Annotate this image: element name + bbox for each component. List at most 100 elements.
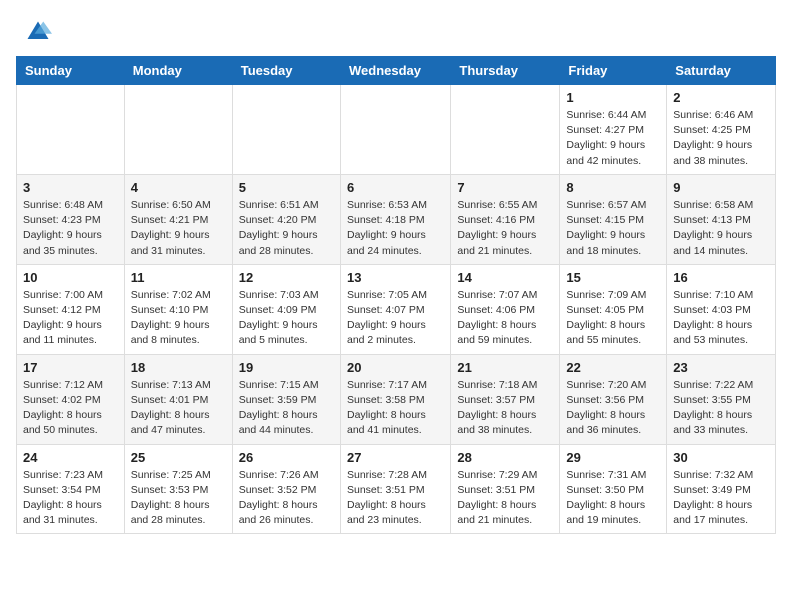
day-info: Sunrise: 6:46 AM Sunset: 4:25 PM Dayligh… xyxy=(673,108,769,169)
day-number: 1 xyxy=(566,90,660,105)
day-number: 8 xyxy=(566,180,660,195)
calendar-cell: 20Sunrise: 7:17 AM Sunset: 3:58 PM Dayli… xyxy=(340,354,450,444)
calendar-cell: 1Sunrise: 6:44 AM Sunset: 4:27 PM Daylig… xyxy=(560,85,667,175)
week-row-3: 10 Sunrise: 7:00 AM Sunset: 4:12 PM Dayli… xyxy=(17,264,776,354)
day-info: Sunrise: 6:55 AM Sunset: 4:16 PM Dayligh… xyxy=(457,198,553,259)
calendar-header: SundayMondayTuesdayWednesdayThursdayFrid… xyxy=(17,57,776,85)
weekday-header-wednesday: Wednesday xyxy=(340,57,450,85)
day-info: Sunrise: 7:20 AM Sunset: 3:56 PM Dayligh… xyxy=(566,378,660,439)
calendar-cell: 8 Sunrise: 6:57 AM Sunset: 4:15 PM Daylig… xyxy=(560,174,667,264)
calendar-cell: 14Sunrise: 7:07 AM Sunset: 4:06 PM Dayli… xyxy=(451,264,560,354)
day-number: 16 xyxy=(673,270,769,285)
calendar-cell: 17Sunrise: 7:12 AM Sunset: 4:02 PM Dayli… xyxy=(17,354,125,444)
calendar-cell: 16 Sunrise: 7:10 AM Sunset: 4:03 PM Dayli… xyxy=(667,264,776,354)
day-number: 29 xyxy=(566,450,660,465)
weekday-header-monday: Monday xyxy=(124,57,232,85)
weekday-header-thursday: Thursday xyxy=(451,57,560,85)
calendar-body: 1Sunrise: 6:44 AM Sunset: 4:27 PM Daylig… xyxy=(17,85,776,534)
day-info: Sunrise: 7:13 AM Sunset: 4:01 PM Dayligh… xyxy=(131,378,226,439)
calendar-cell: 11Sunrise: 7:02 AM Sunset: 4:10 PM Dayli… xyxy=(124,264,232,354)
weekday-header-row: SundayMondayTuesdayWednesdayThursdayFrid… xyxy=(17,57,776,85)
calendar-cell: 28 Sunrise: 7:29 AM Sunset: 3:51 PM Dayli… xyxy=(451,444,560,534)
day-number: 28 xyxy=(457,450,553,465)
day-info: Sunrise: 7:07 AM Sunset: 4:06 PM Dayligh… xyxy=(457,288,553,349)
calendar-cell: 3 Sunrise: 6:48 AM Sunset: 4:23 PM Daylig… xyxy=(17,174,125,264)
day-number: 23 xyxy=(673,360,769,375)
calendar-cell: 27 Sunrise: 7:28 AM Sunset: 3:51 PM Dayli… xyxy=(340,444,450,534)
day-number: 12 xyxy=(239,270,334,285)
day-info: Sunrise: 7:17 AM Sunset: 3:58 PM Dayligh… xyxy=(347,378,444,439)
calendar-cell: 6 Sunrise: 6:53 AM Sunset: 4:18 PM Daylig… xyxy=(340,174,450,264)
calendar-cell: 18 Sunrise: 7:13 AM Sunset: 4:01 PM Dayli… xyxy=(124,354,232,444)
day-number: 25 xyxy=(131,450,226,465)
day-info: Sunrise: 7:29 AM Sunset: 3:51 PM Dayligh… xyxy=(457,468,553,529)
day-info: Sunrise: 6:51 AM Sunset: 4:20 PM Dayligh… xyxy=(239,198,334,259)
calendar-cell: 7 Sunrise: 6:55 AM Sunset: 4:16 PM Daylig… xyxy=(451,174,560,264)
day-info: Sunrise: 7:25 AM Sunset: 3:53 PM Dayligh… xyxy=(131,468,226,529)
weekday-header-saturday: Saturday xyxy=(667,57,776,85)
calendar-cell xyxy=(340,85,450,175)
day-info: Sunrise: 7:22 AM Sunset: 3:55 PM Dayligh… xyxy=(673,378,769,439)
day-info: Sunrise: 7:00 AM Sunset: 4:12 PM Dayligh… xyxy=(23,288,118,349)
day-number: 3 xyxy=(23,180,118,195)
week-row-1: 1Sunrise: 6:44 AM Sunset: 4:27 PM Daylig… xyxy=(17,85,776,175)
day-number: 30 xyxy=(673,450,769,465)
day-info: Sunrise: 6:57 AM Sunset: 4:15 PM Dayligh… xyxy=(566,198,660,259)
day-number: 15 xyxy=(566,270,660,285)
day-info: Sunrise: 6:48 AM Sunset: 4:23 PM Dayligh… xyxy=(23,198,118,259)
calendar-cell: 2Sunrise: 6:46 AM Sunset: 4:25 PM Daylig… xyxy=(667,85,776,175)
day-info: Sunrise: 7:23 AM Sunset: 3:54 PM Dayligh… xyxy=(23,468,118,529)
calendar-cell xyxy=(17,85,125,175)
week-row-5: 24 Sunrise: 7:23 AM Sunset: 3:54 PM Dayli… xyxy=(17,444,776,534)
day-number: 4 xyxy=(131,180,226,195)
calendar-cell: 21Sunrise: 7:18 AM Sunset: 3:57 PM Dayli… xyxy=(451,354,560,444)
logo-icon xyxy=(24,18,52,46)
calendar-cell: 4 Sunrise: 6:50 AM Sunset: 4:21 PM Daylig… xyxy=(124,174,232,264)
calendar-table: SundayMondayTuesdayWednesdayThursdayFrid… xyxy=(16,56,776,534)
day-number: 26 xyxy=(239,450,334,465)
calendar-cell: 22 Sunrise: 7:20 AM Sunset: 3:56 PM Dayli… xyxy=(560,354,667,444)
day-info: Sunrise: 7:03 AM Sunset: 4:09 PM Dayligh… xyxy=(239,288,334,349)
calendar-cell: 24 Sunrise: 7:23 AM Sunset: 3:54 PM Dayli… xyxy=(17,444,125,534)
day-info: Sunrise: 7:09 AM Sunset: 4:05 PM Dayligh… xyxy=(566,288,660,349)
day-number: 17 xyxy=(23,360,118,375)
day-number: 11 xyxy=(131,270,226,285)
calendar-cell: 23 Sunrise: 7:22 AM Sunset: 3:55 PM Dayli… xyxy=(667,354,776,444)
day-number: 6 xyxy=(347,180,444,195)
calendar-cell: 9Sunrise: 6:58 AM Sunset: 4:13 PM Daylig… xyxy=(667,174,776,264)
day-number: 24 xyxy=(23,450,118,465)
day-info: Sunrise: 6:58 AM Sunset: 4:13 PM Dayligh… xyxy=(673,198,769,259)
calendar-wrapper: SundayMondayTuesdayWednesdayThursdayFrid… xyxy=(0,56,792,542)
calendar-cell: 15 Sunrise: 7:09 AM Sunset: 4:05 PM Dayli… xyxy=(560,264,667,354)
weekday-header-friday: Friday xyxy=(560,57,667,85)
page-header xyxy=(0,0,792,56)
day-info: Sunrise: 7:10 AM Sunset: 4:03 PM Dayligh… xyxy=(673,288,769,349)
day-number: 5 xyxy=(239,180,334,195)
day-number: 7 xyxy=(457,180,553,195)
day-info: Sunrise: 7:18 AM Sunset: 3:57 PM Dayligh… xyxy=(457,378,553,439)
day-info: Sunrise: 7:28 AM Sunset: 3:51 PM Dayligh… xyxy=(347,468,444,529)
day-number: 18 xyxy=(131,360,226,375)
calendar-cell: 13Sunrise: 7:05 AM Sunset: 4:07 PM Dayli… xyxy=(340,264,450,354)
calendar-cell: 19Sunrise: 7:15 AM Sunset: 3:59 PM Dayli… xyxy=(232,354,340,444)
day-info: Sunrise: 7:26 AM Sunset: 3:52 PM Dayligh… xyxy=(239,468,334,529)
week-row-2: 3 Sunrise: 6:48 AM Sunset: 4:23 PM Daylig… xyxy=(17,174,776,264)
calendar-cell xyxy=(232,85,340,175)
day-info: Sunrise: 7:15 AM Sunset: 3:59 PM Dayligh… xyxy=(239,378,334,439)
calendar-cell: 12 Sunrise: 7:03 AM Sunset: 4:09 PM Dayli… xyxy=(232,264,340,354)
day-number: 22 xyxy=(566,360,660,375)
week-row-4: 17Sunrise: 7:12 AM Sunset: 4:02 PM Dayli… xyxy=(17,354,776,444)
calendar-cell xyxy=(124,85,232,175)
calendar-cell: 5 Sunrise: 6:51 AM Sunset: 4:20 PM Daylig… xyxy=(232,174,340,264)
day-info: Sunrise: 7:32 AM Sunset: 3:49 PM Dayligh… xyxy=(673,468,769,529)
day-number: 10 xyxy=(23,270,118,285)
calendar-cell: 26 Sunrise: 7:26 AM Sunset: 3:52 PM Dayli… xyxy=(232,444,340,534)
day-info: Sunrise: 7:31 AM Sunset: 3:50 PM Dayligh… xyxy=(566,468,660,529)
calendar-cell xyxy=(451,85,560,175)
day-number: 13 xyxy=(347,270,444,285)
logo xyxy=(24,18,56,46)
calendar-cell: 29 Sunrise: 7:31 AM Sunset: 3:50 PM Dayli… xyxy=(560,444,667,534)
day-number: 27 xyxy=(347,450,444,465)
day-info: Sunrise: 6:50 AM Sunset: 4:21 PM Dayligh… xyxy=(131,198,226,259)
day-info: Sunrise: 6:53 AM Sunset: 4:18 PM Dayligh… xyxy=(347,198,444,259)
